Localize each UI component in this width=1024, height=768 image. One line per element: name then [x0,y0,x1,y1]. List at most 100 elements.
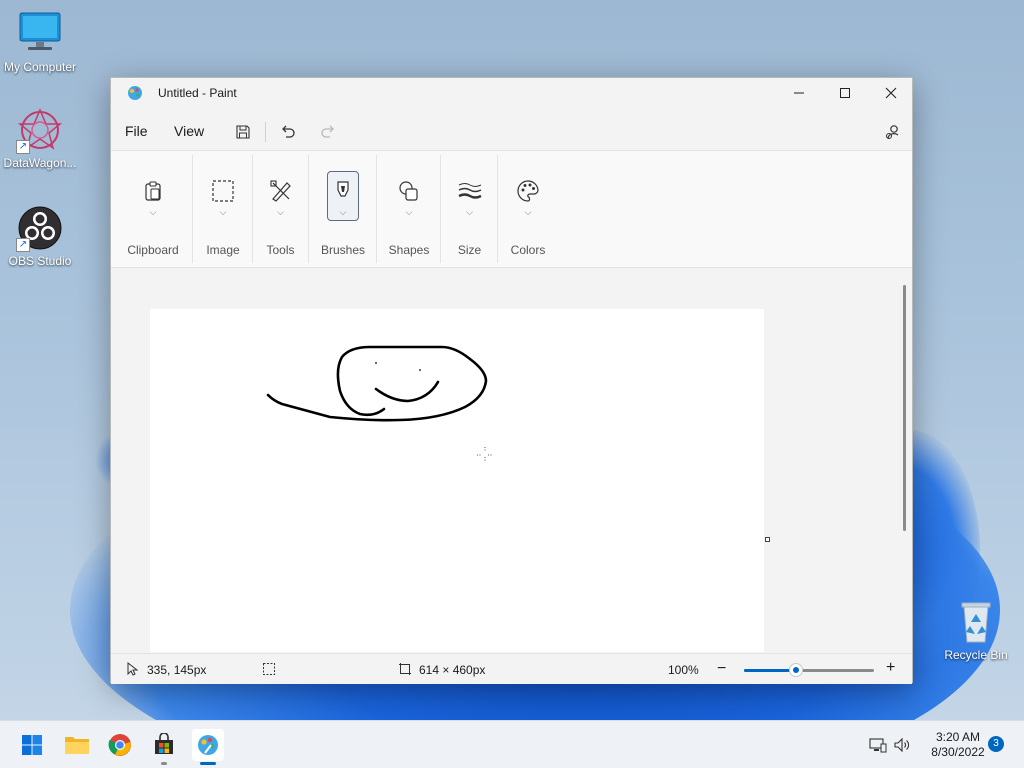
desktop-icon-label: OBS Studio [8,254,72,268]
ribbon-label: Colors [510,243,546,257]
datawagon-icon: ↗ [16,106,64,154]
chrome-button[interactable] [104,729,136,761]
network-icon[interactable] [868,735,888,755]
undo-icon [282,125,295,138]
canvas-resize-handle[interactable] [765,537,770,542]
menu-separator [265,122,266,142]
maximize-icon [840,88,850,98]
paint-app-icon [127,85,143,101]
volume-icon[interactable] [892,735,912,755]
redo-icon [321,125,334,138]
clock-date: 8/30/2022 [931,745,985,759]
taskbar: 3:20 AM 8/30/2022 [0,720,1024,768]
chevron-down-icon: ⌵ [149,207,157,217]
store-button[interactable] [148,729,180,765]
ribbon-group-shapes[interactable]: ⌵ Shapes [378,151,440,269]
file-explorer-button[interactable] [61,729,93,761]
desktop-icon-label: DataWagon... [3,156,77,170]
zoom-out-button[interactable]: − [717,660,726,678]
selection-size-icon [262,662,276,679]
ribbon-label: Clipboard [127,243,179,257]
ribbon-label: Image [206,243,240,257]
save-icon [236,125,250,139]
minimize-button[interactable] [776,78,822,108]
save-button[interactable] [229,118,257,146]
ribbon-group-brushes[interactable]: ⌵ Brushes [310,151,376,269]
ribbon: ⌵ Clipboard ⌵ Image ⌵ Tools ⌵ Brushes ⌵ … [111,150,912,268]
ribbon-group-colors[interactable]: ⌵ Colors [499,151,557,269]
zoom-in-button[interactable]: + [886,659,895,677]
desktop-icon-label: Recycle Bin [944,648,1008,662]
ribbon-group-size[interactable]: ⌵ Size [442,151,497,269]
chevron-down-icon: ⌵ [219,207,227,217]
chevron-down-icon: ⌵ [524,207,532,217]
active-indicator [200,762,216,765]
ribbon-separator [440,155,441,263]
maximize-button[interactable] [822,78,868,108]
ribbon-label: Tools [266,243,295,257]
close-icon [885,87,897,99]
desktop-icon-my-computer[interactable]: My Computer [0,10,80,74]
window-title: Untitled - Paint [158,86,237,100]
desktop-icon-label: My Computer [3,60,77,74]
start-icon [22,735,42,755]
store-icon [155,733,173,754]
desktop-icon-obs-studio[interactable]: ↗ OBS Studio [0,204,80,268]
desktop-icon-recycle-bin[interactable]: Recycle Bin [936,598,1016,662]
ribbon-label: Brushes [320,243,366,257]
clock-time: 3:20 AM [935,730,981,744]
account-settings-icon [886,125,899,139]
canvas-workspace[interactable] [111,269,912,652]
chevron-down-icon: ⌵ [466,207,473,217]
menu-file[interactable]: File [125,123,148,139]
paint-window: Untitled - Paint File View ⌵ Clipboard ⌵… [110,77,913,684]
menu-view[interactable]: View [174,123,204,139]
redo-button[interactable] [314,118,342,146]
ribbon-group-clipboard[interactable]: ⌵ Clipboard [121,151,185,269]
ribbon-separator [376,155,377,263]
title-bar[interactable]: Untitled - Paint [111,78,912,108]
drawing-strokes [266,345,493,462]
ribbon-label: Size [457,243,482,257]
minimize-icon [794,92,804,94]
zoom-slider[interactable] [744,663,874,677]
selection-icon [207,175,239,207]
obs-icon: ↗ [16,204,64,252]
monitor-icon [16,10,64,58]
canvas-size: 614 × 460px [419,663,486,677]
chevron-down-icon: ⌵ [277,207,284,217]
ribbon-separator [192,155,193,263]
drawing-canvas[interactable] [150,309,764,652]
cursor-position: 335, 145px [147,663,207,677]
ribbon-group-tools[interactable]: ⌵ Tools [253,151,308,269]
settings-button[interactable] [879,118,907,146]
shapes-icon [393,175,425,207]
ribbon-group-image[interactable]: ⌵ Image [194,151,252,269]
zoom-slider-thumb[interactable] [789,663,803,677]
pointer-icon [126,661,139,679]
ribbon-label: Shapes [388,243,430,257]
paint-taskbar-button[interactable] [192,729,224,765]
menu-bar: File View [111,112,912,148]
taskbar-clock[interactable]: 3:20 AM 8/30/2022 [920,730,996,760]
notification-badge[interactable]: 3 [988,736,1004,752]
clipboard-icon [137,175,169,207]
crosshair-cursor-icon [477,447,493,462]
paint-icon [198,735,218,755]
vertical-scrollbar[interactable] [903,285,906,531]
close-button[interactable] [868,78,914,108]
chevron-down-icon: ⌵ [339,207,347,217]
brush-icon [327,175,359,207]
desktop-icon-datawagon[interactable]: ↗ DataWagon... [0,106,80,170]
chevron-down-icon: ⌵ [405,207,413,217]
tools-icon [265,175,297,207]
ribbon-separator [497,155,498,263]
recycle-bin-icon [952,598,1000,646]
size-icon [454,175,486,207]
canvas-size-icon [398,662,412,679]
palette-icon [512,175,544,207]
undo-button[interactable] [274,118,302,146]
status-bar: 335, 145px 614 × 460px 100% − + [111,653,912,684]
start-button[interactable] [16,729,48,761]
shortcut-arrow-icon: ↗ [16,140,30,154]
